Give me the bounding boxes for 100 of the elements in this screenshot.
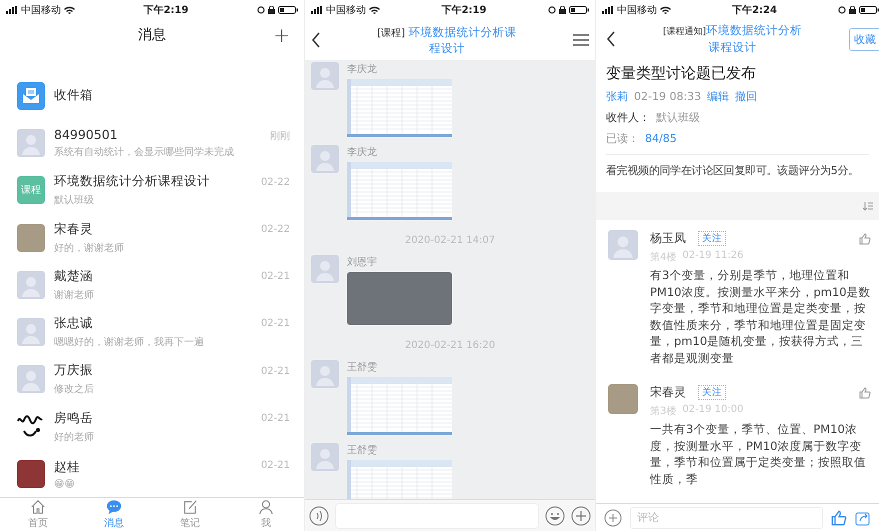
conversation-item[interactable]: 万庆振 修改之后 02-21 bbox=[0, 356, 304, 404]
share-icon[interactable] bbox=[855, 510, 871, 526]
plus-icon[interactable] bbox=[604, 508, 622, 526]
read-label: 已读： bbox=[606, 131, 639, 146]
message-preview: 嗯嗯好的，谢谢老师，我再下一遍 bbox=[54, 336, 204, 350]
contact-name: 宋春灵 bbox=[54, 220, 93, 238]
follow-button[interactable]: 关注 bbox=[698, 385, 726, 400]
plus-icon[interactable] bbox=[571, 506, 591, 526]
wifi-icon bbox=[660, 6, 671, 14]
sender-name: 刘恩宇 bbox=[347, 256, 377, 269]
message-time: 02-21 bbox=[260, 318, 290, 330]
contact-name: 赵桂 bbox=[54, 458, 80, 476]
back-icon[interactable] bbox=[606, 31, 616, 47]
battery-icon bbox=[278, 6, 298, 14]
lock-icon bbox=[559, 6, 566, 14]
signal-icon bbox=[6, 6, 18, 14]
thumbs-up-icon[interactable] bbox=[859, 386, 871, 398]
note-icon bbox=[182, 499, 198, 515]
message-time: 02-21 bbox=[260, 271, 290, 282]
message-preview: 好的老师 bbox=[54, 430, 94, 444]
conversation-item[interactable]: 课程 环境数据统计分析课程设计 默认班级 02-22 bbox=[0, 166, 304, 214]
avatar-silhouette bbox=[17, 365, 45, 394]
notice-title: 变量类型讨论题已发布 bbox=[606, 64, 757, 83]
carrier-name: 中国移动 bbox=[617, 4, 657, 17]
title-tag: [课程] bbox=[377, 28, 406, 38]
thumbs-up-icon[interactable] bbox=[859, 232, 871, 244]
contact-name: 收件箱 bbox=[54, 87, 93, 104]
inbox-icon bbox=[17, 82, 45, 110]
message-preview: 好的，谢谢老师 bbox=[54, 242, 124, 255]
photo-placeholder bbox=[17, 224, 45, 252]
conversation-item[interactable]: 宋春灵 好的，谢谢老师 02-22 bbox=[0, 214, 304, 262]
voice-icon[interactable] bbox=[309, 506, 329, 526]
post-time: 02-19 08:33 bbox=[634, 90, 702, 103]
tab[interactable]: 首页 bbox=[0, 498, 76, 531]
avatar-silhouette bbox=[311, 62, 339, 90]
action-link[interactable]: 撤回 bbox=[735, 89, 758, 104]
page-title: 消息 bbox=[138, 26, 166, 44]
avatar-silhouette bbox=[311, 360, 339, 388]
clock-time: 下午2:19 bbox=[442, 4, 486, 17]
conversation-item[interactable]: 戴楚涵 谢谢老师 02-21 bbox=[0, 261, 304, 308]
person-icon bbox=[258, 499, 274, 515]
follow-button[interactable]: 关注 bbox=[698, 231, 726, 246]
message-preview: 谢谢老师 bbox=[54, 288, 94, 302]
avatar-silhouette bbox=[17, 318, 45, 346]
message-time: 02-21 bbox=[260, 460, 290, 472]
conversation-item[interactable]: 收件箱 bbox=[0, 72, 304, 120]
chat-title: 环境数据统计分析课程设计 bbox=[408, 24, 517, 54]
conversation-item[interactable]: 84990501 系统有自动统计，会显示哪些同学未完成 刚刚 bbox=[0, 119, 304, 167]
conversation-item[interactable]: 赵桂 😁😁 02-21 bbox=[0, 450, 304, 497]
tab[interactable]: 消息 bbox=[76, 498, 152, 531]
course-avatar: 课程 bbox=[17, 176, 45, 204]
sender-name: 王舒雯 bbox=[347, 444, 377, 457]
message-time: 02-21 bbox=[260, 413, 290, 424]
carrier-name: 中国移动 bbox=[21, 4, 61, 17]
emoji-icon[interactable] bbox=[545, 506, 565, 526]
lock-icon bbox=[849, 6, 856, 14]
tab[interactable]: 我 bbox=[228, 498, 304, 531]
clock-time: 下午2:19 bbox=[144, 4, 188, 17]
sender-name: 李庆龙 bbox=[347, 62, 377, 76]
read-count[interactable]: 84/85 bbox=[645, 132, 677, 145]
message-time: 02-22 bbox=[260, 176, 290, 188]
avatar-silhouette bbox=[17, 128, 45, 157]
contact-name: 房鸣岳 bbox=[54, 410, 93, 427]
avatar-silhouette bbox=[608, 230, 638, 260]
comment-text: 有3个变量，分别是季节，地理位置和PM10浓度。按测量水平来分，pm10是数字变量，季节和地理位置是定类变量，按数值性质来分，季节和地理位置是固定变量，pm10是随机变量，按获得方式，三者都是观测变量 bbox=[650, 267, 871, 366]
thumbs-up-icon[interactable] bbox=[831, 510, 847, 526]
signal-icon bbox=[311, 6, 323, 14]
notice-source-title: 环境数据统计分析课程设计 bbox=[706, 23, 802, 54]
clock-time: 下午2:24 bbox=[732, 4, 777, 17]
tab[interactable]: 笔记 bbox=[152, 498, 228, 531]
contact-name: 84990501 bbox=[54, 126, 118, 142]
message-time: 02-21 bbox=[260, 366, 290, 377]
menu-icon[interactable] bbox=[573, 34, 589, 46]
chat-bubble-icon bbox=[106, 499, 122, 515]
bookmark-button[interactable]: 收藏 bbox=[849, 28, 879, 50]
contact-name: 戴楚涵 bbox=[54, 268, 93, 285]
battery-icon bbox=[859, 6, 879, 14]
artwork-placeholder bbox=[17, 460, 45, 488]
message-time: 刚刚 bbox=[270, 130, 290, 144]
comment-text: 一共有3个变量，季节、位置、PM10浓度，按测量水平，PM10浓度属于数字变量，季节和位置属于定类变量；按照取值性质，季 bbox=[650, 421, 867, 487]
add-button[interactable]: + bbox=[269, 23, 294, 47]
back-icon[interactable] bbox=[311, 32, 321, 48]
comment-field[interactable]: 评论 bbox=[630, 506, 823, 528]
recipient-value: 默认班级 bbox=[656, 110, 700, 125]
photo-placeholder bbox=[608, 384, 638, 414]
home-icon bbox=[30, 499, 46, 515]
message-preview: 😁😁 bbox=[54, 478, 75, 490]
sender-name: 王舒雯 bbox=[347, 361, 377, 374]
author-name[interactable]: 张莉 bbox=[606, 89, 628, 104]
sort-icon[interactable] bbox=[863, 201, 873, 211]
contact-name: 万庆振 bbox=[54, 362, 93, 380]
sender-name: 李庆龙 bbox=[347, 146, 377, 159]
recipient-label: 收件人： bbox=[606, 110, 650, 125]
wifi-icon bbox=[369, 6, 380, 14]
title-tag: [课程通知] bbox=[662, 27, 706, 37]
battery-icon bbox=[569, 6, 589, 14]
conversation-item[interactable]: 房鸣岳 好的老师 02-21 bbox=[0, 403, 304, 450]
conversation-item[interactable]: 张忠诚 嗯嗯好的，谢谢老师，我再下一遍 02-21 bbox=[0, 308, 304, 356]
action-link[interactable]: 编辑 bbox=[707, 89, 730, 104]
avatar-silhouette bbox=[311, 443, 339, 471]
